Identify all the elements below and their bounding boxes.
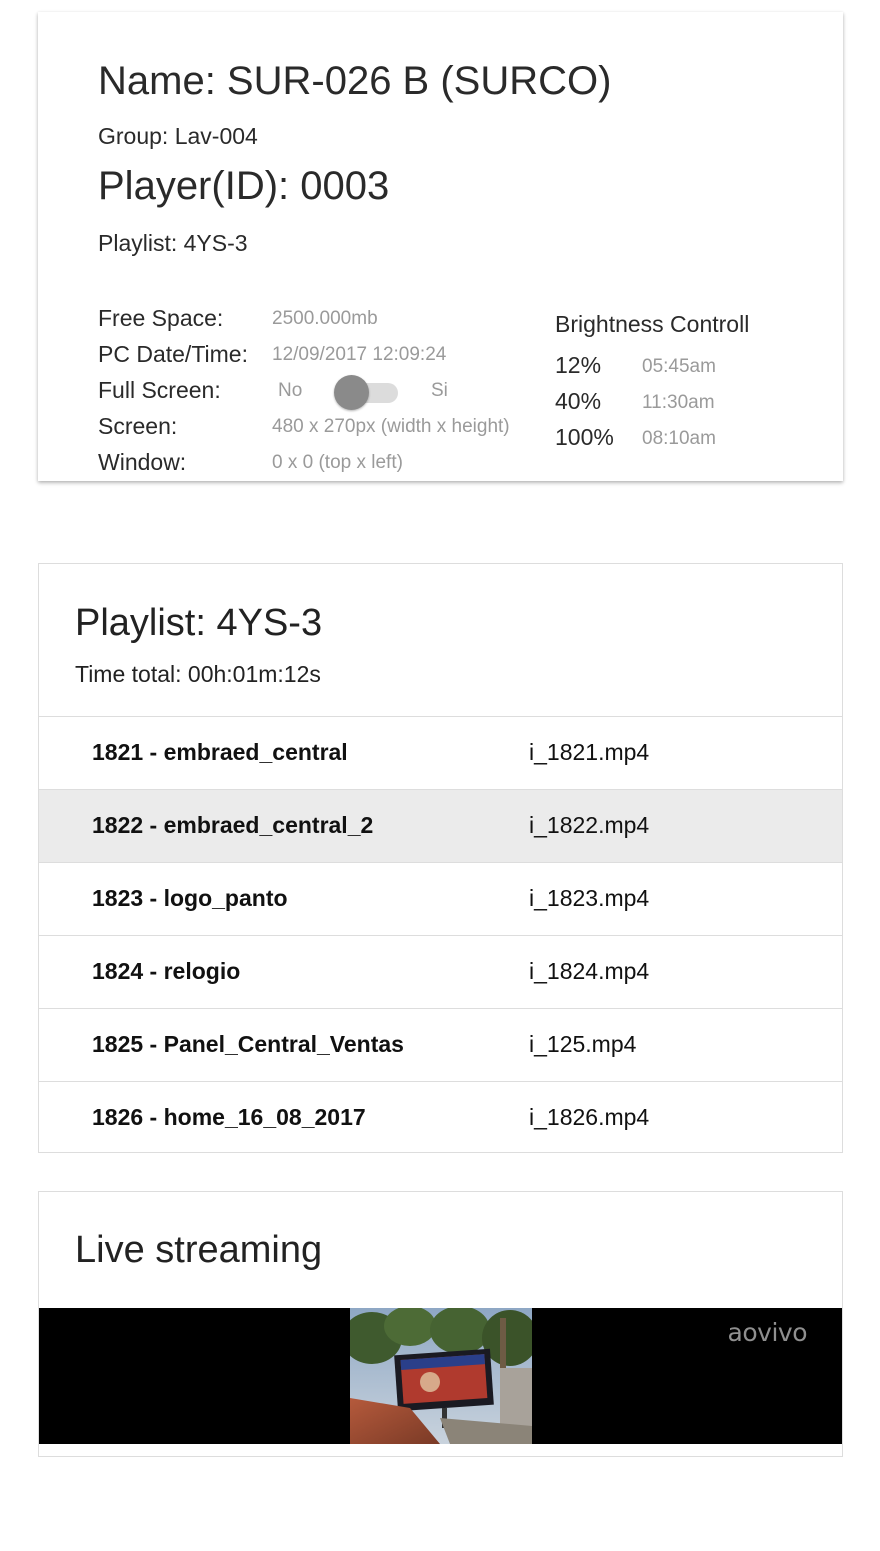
free-space-label: Free Space:: [98, 305, 224, 331]
live-streaming-title: Live streaming: [75, 1229, 323, 1271]
datetime-label: PC Date/Time:: [98, 341, 248, 367]
playlist-row[interactable]: 1823 - logo_panto i_1823.mp4: [39, 863, 842, 936]
brightness-time: 11:30am: [642, 392, 715, 413]
playlist-row[interactable]: 1825 - Panel_Central_Ventas i_125.mp4: [39, 1009, 842, 1082]
player-info-card: Name: SUR-026 B (SURCO) Group: Lav-004 P…: [38, 12, 843, 481]
player-playlist: Playlist: 4YS-3: [98, 230, 248, 256]
fullscreen-toggle[interactable]: [334, 375, 398, 410]
brightness-percent: 12%: [555, 352, 602, 378]
brightness-percent: 100%: [555, 424, 614, 450]
live-video-player[interactable]: aovivo: [39, 1308, 842, 1444]
window-label: Window:: [98, 449, 187, 475]
playlist-item-name: 1822 - embraed_central_2: [92, 812, 374, 838]
playlist-item-file: i_1824.mp4: [529, 958, 650, 984]
fullscreen-on-label: Si: [431, 380, 448, 401]
player-name: Name: SUR-026 B (SURCO): [98, 59, 612, 103]
playlist-total-time: Time total: 00h:01m:12s: [75, 661, 321, 687]
playlist-table: 1821 - embraed_central i_1821.mp4 1822 -…: [39, 716, 842, 1154]
datetime-value: 12/09/2017 12:09:24: [272, 344, 447, 365]
live-streaming-card: Live streaming aovivo: [38, 1191, 843, 1457]
playlist-item-name: 1821 - embraed_central: [92, 739, 348, 765]
playlist-row[interactable]: 1821 - embraed_central i_1821.mp4: [39, 717, 842, 790]
player-group: Group: Lav-004: [98, 123, 258, 149]
playlist-item-name: 1823 - logo_panto: [92, 885, 288, 911]
playlist-row-active[interactable]: 1822 - embraed_central_2 i_1822.mp4: [39, 790, 842, 863]
playlist-item-file: i_1826.mp4: [529, 1104, 650, 1130]
playlist-row[interactable]: 1826 - home_16_08_2017 i_1826.mp4: [39, 1082, 842, 1154]
playlist-title: Playlist: 4YS-3: [75, 602, 323, 644]
playlist-row[interactable]: 1824 - relogio i_1824.mp4: [39, 936, 842, 1009]
brightness-title: Brightness Controll: [555, 311, 750, 337]
playlist-item-file: i_125.mp4: [529, 1031, 637, 1057]
brightness-time: 08:10am: [642, 428, 716, 449]
live-badge: aovivo: [727, 1318, 808, 1347]
free-space-value: 2500.000mb: [272, 308, 378, 329]
playlist-item-file: i_1821.mp4: [529, 739, 650, 765]
playlist-item-name: 1825 - Panel_Central_Ventas: [92, 1031, 404, 1057]
fullscreen-label: Full Screen:: [98, 377, 221, 403]
window-value: 0 x 0 (top x left): [272, 452, 403, 473]
playlist-card: Playlist: 4YS-3 Time total: 00h:01m:12s …: [38, 563, 843, 1153]
screen-value: 480 x 270px (width x height): [272, 416, 510, 437]
player-id: Player(ID): 0003: [98, 164, 390, 208]
fullscreen-off-label: No: [278, 380, 303, 401]
brightness-time: 05:45am: [642, 356, 716, 377]
playlist-item-file: i_1822.mp4: [529, 812, 650, 838]
playlist-item-file: i_1823.mp4: [529, 885, 650, 911]
brightness-percent: 40%: [555, 388, 602, 414]
live-video-frame: [350, 1308, 532, 1444]
playlist-item-name: 1824 - relogio: [92, 958, 241, 984]
playlist-item-name: 1826 - home_16_08_2017: [92, 1104, 366, 1130]
fullscreen-toggle-knob[interactable]: [334, 375, 369, 410]
screen-label: Screen:: [98, 413, 178, 439]
